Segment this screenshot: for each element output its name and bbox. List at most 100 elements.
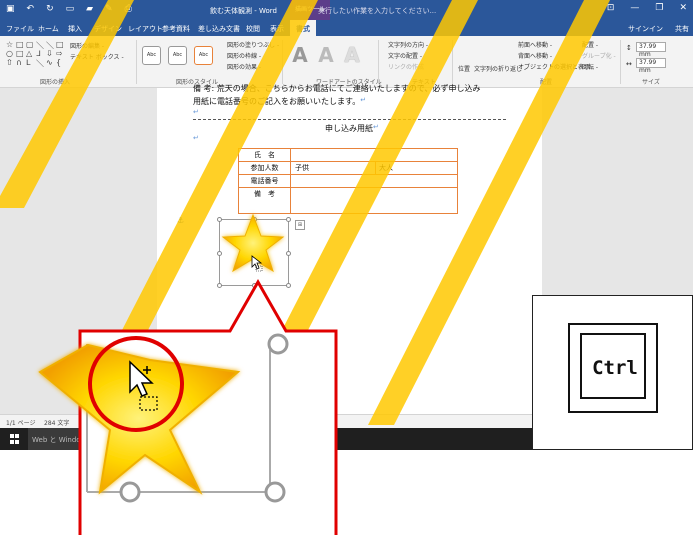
layout-options-icon[interactable]: ⊞	[295, 220, 305, 230]
table-row-label: 氏 名	[239, 149, 291, 161]
group-button[interactable]: グループ化 -	[582, 51, 616, 60]
draw-icon[interactable]: ✎	[105, 4, 113, 15]
shape-fill-button[interactable]: 図形の塗りつぶし -	[227, 40, 279, 49]
edit-shape-button[interactable]: 図形の編集 -	[70, 41, 104, 50]
wordart-style-1[interactable]: A	[290, 42, 310, 68]
document-title: 飲む天体観測 - Word	[210, 7, 277, 15]
resize-handle[interactable]	[217, 283, 222, 288]
star-shape-icon[interactable]: ☆	[6, 40, 16, 49]
maximize-button[interactable]: ❐	[655, 3, 663, 13]
tab-insert[interactable]: 挿入	[68, 24, 82, 34]
curve-shape-icon[interactable]: ᒪ	[26, 58, 36, 67]
tab-design[interactable]: デザイン	[94, 24, 122, 34]
table-cell[interactable]: 大人	[379, 162, 393, 175]
new-document-icon[interactable]: ▭	[66, 4, 75, 15]
curve-shape-icon[interactable]: ∿	[46, 58, 56, 67]
curve-shape-icon[interactable]: ∩	[16, 58, 26, 67]
tell-me-search[interactable]: 実行したい作業を入力してください...	[318, 6, 436, 16]
text-direction-button[interactable]: 文字列の方向 -	[388, 40, 428, 49]
document-page[interactable]: 備 考: 荒天の場合、こちらからお電話にてご連絡いたしますので、必ず申し込み 用…	[157, 84, 542, 414]
rectangle-shape-icon[interactable]: □	[16, 40, 26, 49]
oval-shape-icon[interactable]: ○	[6, 49, 16, 58]
table-row[interactable]: 参加人数 子供 大人	[239, 162, 457, 175]
bracket-shape-icon[interactable]: ᒧ	[36, 49, 46, 58]
paragraph-mark: ↵	[193, 108, 199, 116]
undo-icon[interactable]: ↶	[27, 4, 35, 15]
table-row[interactable]: 電話番号	[239, 175, 457, 188]
wordart-style-2[interactable]: A	[316, 42, 336, 68]
zoomed-resize-handle	[264, 481, 286, 503]
shape-style-2[interactable]: Abc	[168, 46, 187, 65]
cut-line	[193, 119, 506, 120]
close-button[interactable]: ✕	[679, 3, 687, 13]
windows-start-icon[interactable]	[10, 434, 20, 444]
position-button[interactable]: 位置	[458, 64, 470, 73]
align-button[interactable]: 配置 -	[582, 40, 598, 49]
resize-handle[interactable]	[217, 217, 222, 222]
bring-forward-button[interactable]: 前面へ移動 -	[518, 40, 552, 49]
save-icon[interactable]: ▣	[6, 4, 15, 15]
line-shape-icon[interactable]: ＼	[36, 58, 46, 68]
table-row[interactable]: 氏 名	[239, 149, 457, 162]
rectangle-shape-icon[interactable]: ▢	[26, 40, 36, 49]
text-box-button[interactable]: テキスト ボックス -	[70, 52, 124, 61]
shapes-gallery[interactable]: ☆ □ ▢ ＼ ＼ □ ○ □ △ ᒧ ⇩ ⇨ ⇧ ∩ ᒪ ＼ ∿ {	[6, 40, 66, 70]
wordart-style-3[interactable]: A	[342, 42, 362, 68]
tab-format[interactable]: 書式	[290, 20, 316, 36]
resize-handle[interactable]	[252, 283, 257, 288]
tab-home[interactable]: ホーム	[38, 24, 59, 34]
ribbon: ☆ □ ▢ ＼ ＼ □ ○ □ △ ᒧ ⇩ ⇨ ⇧ ∩ ᒪ ＼ ∿ { 図形の編…	[0, 36, 693, 88]
tab-review[interactable]: 校閲	[246, 24, 260, 34]
line-shape-icon[interactable]: ＼	[36, 40, 46, 50]
word-count[interactable]: 284 文字	[44, 418, 69, 427]
table-row[interactable]: 備 考	[239, 188, 457, 213]
shape-style-3[interactable]: Abc	[194, 46, 213, 65]
arrow-shape-icon[interactable]: ⇨	[56, 49, 66, 58]
tab-layout[interactable]: レイアウト	[128, 24, 163, 34]
registration-table[interactable]: 氏 名 参加人数 子供 大人 電話番号 備 考	[238, 148, 458, 214]
arrow-shape-icon[interactable]: ⇩	[46, 49, 56, 58]
tab-file[interactable]: ファイル	[6, 24, 34, 34]
sign-in-link[interactable]: サインイン	[628, 24, 663, 34]
selection-pane-button[interactable]: オブジェクトの選択と表示	[518, 62, 590, 71]
shape-selection-frame[interactable]	[217, 217, 291, 288]
tab-view[interactable]: 表示	[270, 24, 284, 34]
anchor-icon: ⚓	[177, 216, 185, 225]
create-link-button[interactable]: リンクの作成	[388, 62, 424, 71]
resize-handle[interactable]	[252, 217, 257, 222]
tab-references[interactable]: 参考資料	[162, 24, 190, 34]
shape-effects-button[interactable]: 図形の効果 -	[227, 62, 261, 71]
open-icon[interactable]: ▰	[86, 4, 93, 15]
shape-width-field[interactable]: 37.99 mm	[636, 58, 666, 74]
brace-shape-icon[interactable]: {	[56, 58, 66, 67]
resize-handle[interactable]	[217, 251, 222, 256]
tab-mailings[interactable]: 差し込み文書	[198, 24, 240, 34]
ctrl-key-label: Ctrl	[592, 357, 638, 379]
minimize-button[interactable]: —	[630, 3, 639, 13]
align-text-button[interactable]: 文字の配置 -	[388, 51, 422, 60]
resize-handle[interactable]	[286, 283, 291, 288]
share-button[interactable]: 共有	[675, 24, 689, 34]
shape-style-1[interactable]: Abc	[142, 46, 161, 65]
redo-icon[interactable]: ↻	[46, 4, 54, 15]
rectangle-shape-icon[interactable]: □	[16, 49, 26, 58]
ribbon-display-icon[interactable]: ⊡	[607, 3, 615, 13]
group-separator	[136, 40, 137, 84]
title-bar: ▣ ↶ ↻ ▭ ▰ ✎ ⎙ 飲む天体観測 - Word 描画ツール 実行したい作…	[0, 0, 693, 20]
arrow-shape-icon[interactable]: ⇧	[6, 58, 16, 67]
taskbar-search-box[interactable]: Web と Windows を検索	[28, 428, 208, 450]
rotate-button[interactable]: 回転 -	[582, 62, 598, 71]
square-shape-icon[interactable]: □	[56, 40, 66, 49]
send-backward-button[interactable]: 背面へ移動 -	[518, 51, 552, 60]
table-cell[interactable]: 子供	[295, 162, 309, 175]
shape-outline-button[interactable]: 図形の枠線 -	[227, 51, 261, 60]
page-count[interactable]: 1/1 ページ	[6, 418, 35, 427]
shape-height-field[interactable]: 37.99 mm	[636, 42, 666, 58]
triangle-shape-icon[interactable]: △	[26, 49, 36, 58]
print-preview-icon[interactable]: ⎙	[125, 4, 132, 15]
resize-handle[interactable]	[286, 217, 291, 222]
ribbon-tabs: ファイル ホーム 挿入 デザイン レイアウト 参考資料 差し込み文書 校閲 表示…	[0, 20, 693, 36]
resize-handle[interactable]	[286, 251, 291, 256]
line-shape-icon[interactable]: ＼	[46, 40, 56, 50]
group-separator	[282, 40, 283, 84]
